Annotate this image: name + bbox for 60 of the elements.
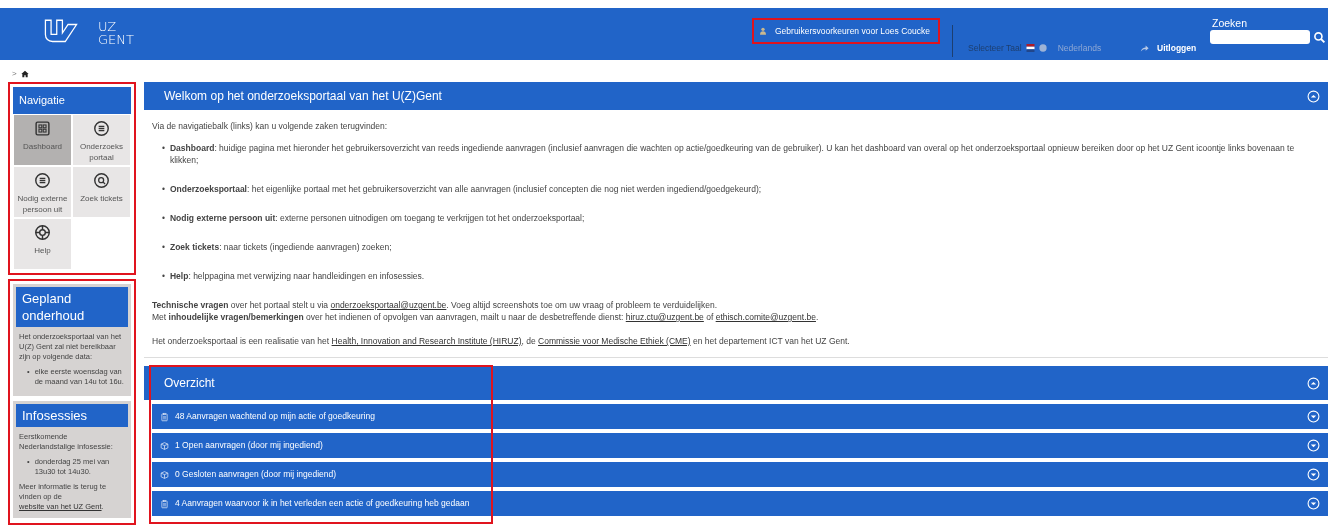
bullet-item: Dashboard: huidige pagina met hieronder het gebruikersoverzicht van reeds ingediende aanvragen (inclusief aanvragen die wachten op actie/goedkeuring van de gebruiker). U kan het dashboard van overal op het onderzoeksportaal opnieuw bereiken door op het UZ Gent icoontje links bovenaan te klikken; bbox=[170, 142, 1296, 166]
clipboard-icon bbox=[160, 411, 169, 422]
expand-icon[interactable] bbox=[1307, 410, 1320, 423]
user-preferences-link[interactable]: Gebruikersvoorkeuren voor Loes Coucke bbox=[752, 18, 940, 44]
intro-text: Via de navigatiebalk (links) kan u volgende zaken terugvinden: bbox=[152, 120, 389, 132]
nav-tile[interactable]: Onderzoeks portaal bbox=[72, 113, 131, 166]
user-icon bbox=[759, 27, 767, 35]
overview-row[interactable]: 4 Aanvragen waarvoor ik in het verleden een actie of goedkeuring heb gedaan bbox=[152, 491, 1328, 516]
bullet-marker: • bbox=[162, 212, 165, 224]
paragraph-text: Technische vragen over het portaal stelt u via onderzoeksportaal@uzgent.be. Voeg altijd screenshots toe om uw vraag of probleem te verduidelijken. bbox=[152, 299, 719, 311]
logo-text: UZ bbox=[98, 20, 118, 33]
flag-icon bbox=[1024, 44, 1036, 53]
overview-row[interactable]: 48 Aanvragen wachtend op mijn actie of goedkeuring bbox=[152, 404, 1328, 429]
logo-text: GENT bbox=[98, 33, 134, 46]
search-icon bbox=[93, 171, 110, 189]
box-icon bbox=[160, 440, 169, 451]
nav-tile[interactable]: Nodig externe persoon uit bbox=[13, 165, 72, 218]
panel-title: Infosessies bbox=[16, 403, 128, 427]
language-label: Selecteer Taal bbox=[968, 42, 1022, 55]
expand-icon[interactable] bbox=[1307, 497, 1320, 510]
bullet-item: Help: helppagina met verwijzing naar handleidingen en infosessies. bbox=[170, 270, 425, 282]
email-link[interactable]: ethisch.comite@uzgent.be bbox=[715, 312, 816, 322]
logo[interactable]: UZ GENT bbox=[30, 16, 134, 50]
expand-icon[interactable] bbox=[1307, 439, 1320, 452]
bullet-marker: • bbox=[162, 183, 165, 195]
bullet-item: Zoek tickets: naar tickets (ingediende aanvragen) zoeken; bbox=[170, 241, 392, 253]
bullet-item: Nodig externe persoon uit: externe personen uitnodigen om toegang te verkrijgen tot het onderzoeksportaal; bbox=[170, 212, 585, 224]
panel-title: Navigatie bbox=[13, 87, 131, 114]
nav-tile[interactable]: Dashboard bbox=[13, 113, 72, 166]
search-icon[interactable] bbox=[1313, 31, 1326, 44]
overview-row[interactable]: 0 Gesloten aanvragen (door mij ingediend) bbox=[152, 462, 1328, 487]
home-icon[interactable] bbox=[20, 70, 29, 78]
search-field[interactable] bbox=[1210, 30, 1310, 44]
grid-icon bbox=[34, 119, 51, 137]
nav-tile[interactable]: Help bbox=[13, 217, 72, 270]
paragraph-text: Het onderzoeksportaal is een realisatie van het Health, Innovation and Research Institute (HIRUZ), de Commissie voor Medische Ethiek (CME) en het departement ICT van het UZ Gent. bbox=[152, 335, 851, 347]
clipboard-icon bbox=[160, 498, 169, 509]
list-icon bbox=[93, 119, 110, 137]
email-link[interactable]: hiruz.ctu@uzgent.be bbox=[625, 312, 704, 322]
expand-icon[interactable] bbox=[1307, 468, 1320, 481]
bullet-marker: • bbox=[162, 270, 165, 282]
list-icon bbox=[34, 171, 51, 189]
bullet-item: Onderzoeksportaal: het eigenlijke portaal met het gebruikersoverzicht van alle aanvragen (inclusief concepten die nog niet werden ingediend/goedgekeurd); bbox=[170, 183, 762, 195]
section-title: Overzicht bbox=[164, 375, 215, 392]
overview-row[interactable]: 1 Open aanvragen (door mij ingediend) bbox=[152, 433, 1328, 458]
bullet-marker: • bbox=[162, 241, 165, 253]
paragraph-text: Met inhoudelijke vragen/bemerkingen over het indienen of opvolgen van aanvragen, mailt u naar de desbetreffende dienst: hiruz.ctu@uzgent.be of ethisch.comite@uzgent.be. bbox=[152, 311, 820, 323]
lifebuoy-icon bbox=[34, 223, 51, 241]
logout-link[interactable]: Uitloggen bbox=[1140, 42, 1197, 55]
section-title: Welkom op het onderzoeksportaal van het U(Z)Gent bbox=[164, 88, 442, 105]
email-link[interactable]: Commissie voor Medische Ethiek (CME) bbox=[538, 336, 691, 346]
nav-tile[interactable]: Zoek tickets bbox=[72, 165, 131, 218]
collapse-icon[interactable] bbox=[1307, 376, 1320, 390]
search-label: Zoeken bbox=[1212, 16, 1248, 31]
bullet-marker: • bbox=[162, 142, 165, 155]
box-icon bbox=[160, 469, 169, 480]
panel-title: Gepland onderhoud bbox=[16, 286, 128, 327]
share-arrow-icon bbox=[1140, 43, 1149, 53]
breadcrumb-separator: > bbox=[12, 68, 17, 80]
collapse-icon[interactable] bbox=[1307, 89, 1320, 103]
